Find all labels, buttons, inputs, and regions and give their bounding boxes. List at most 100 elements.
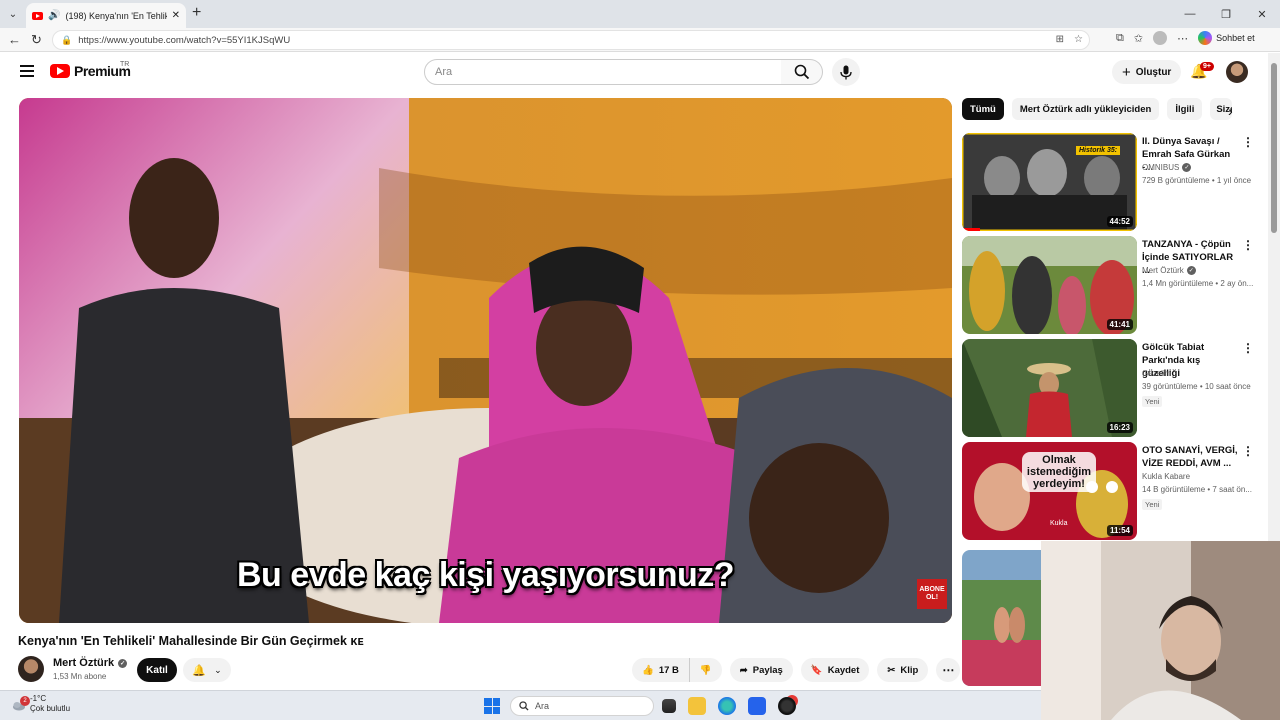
edge-browser-icon[interactable] xyxy=(718,697,736,715)
speaker-icon[interactable]: 🔊 xyxy=(48,10,60,21)
chevron-right-icon[interactable]: › xyxy=(1228,103,1233,119)
chip-from-uploader[interactable]: Mert Öztürk adlı yükleyiciden xyxy=(1011,98,1160,120)
minimize-button[interactable]: — xyxy=(1172,0,1208,28)
video-thumbnail[interactable]: Olmak istemediğim yerdeyim! Kukla 11:54 xyxy=(962,442,1137,540)
recommendation-channel: Gezelim xyxy=(1142,369,1172,378)
taskbar-search-input[interactable]: Ara xyxy=(510,696,654,716)
plus-icon: + xyxy=(1122,63,1131,81)
voice-search-button[interactable] xyxy=(832,58,860,86)
recommendation-channel-row[interactable]: OMNIBUS ✓ xyxy=(1142,163,1192,172)
recommendation-meta: 1,4 Mn görüntüleme • 2 ay ön... xyxy=(1142,279,1254,288)
recommendation-item[interactable]: Historik 35: 44:52 II. Dünya Savaşı / Em… xyxy=(962,133,1262,231)
subscriber-count: 1,53 Mn abone xyxy=(53,672,107,681)
tab-actions-menu-icon[interactable]: ⌄ xyxy=(4,5,22,23)
favorite-star-icon[interactable]: ☆ xyxy=(1074,34,1083,45)
recommendation-title[interactable]: OTO SANAYİ, VERGİ, VİZE REDDİ, AVM ... xyxy=(1142,444,1240,470)
recommendation-meta: 14 B görüntüleme • 7 saat ön... xyxy=(1142,485,1252,494)
dislike-button[interactable]: 👎 xyxy=(688,658,722,682)
chip-all[interactable]: Tümü xyxy=(962,98,1004,120)
like-button[interactable]: 👍 17 B xyxy=(632,658,689,682)
window-close-button[interactable]: ✕ xyxy=(1244,0,1280,28)
join-button[interactable]: Katıl xyxy=(137,658,177,682)
lock-icon: 🔒 xyxy=(61,34,73,45)
verified-check-icon: ✓ xyxy=(1182,163,1192,172)
video-player[interactable]: Bu evde kaç kişi yaşıyorsunuz? ABONE OL! xyxy=(19,98,952,623)
copilot-label: Sohbet et xyxy=(1216,33,1255,43)
weather-alert-badge: 2 xyxy=(20,696,30,706)
new-tab-button[interactable]: + xyxy=(192,4,201,22)
recommendation-item[interactable]: 16:23 Gölcük Tabiat Parkı'nda kış güzell… xyxy=(962,339,1262,437)
app-available-icon[interactable]: ⊞ xyxy=(1056,34,1064,45)
thumbs-down-icon: 👎 xyxy=(699,664,712,676)
save-button[interactable]: 🔖 Kaydet xyxy=(800,658,870,682)
url-actions: ⊞ ☆ xyxy=(1056,34,1083,45)
duration-badge: 11:54 xyxy=(1106,525,1133,536)
tab-close-icon[interactable]: ✕ xyxy=(172,10,180,21)
address-bar-row: ← ↻ 🔒 https://www.youtube.com/watch?v=55… xyxy=(0,28,1280,52)
bell-icon: 🔔 xyxy=(192,664,207,677)
weather-widget[interactable]: 2 -1°C Çok bulutlu xyxy=(12,694,70,714)
kebab-menu-icon[interactable]: ⋮ xyxy=(1242,135,1254,149)
create-label: Oluştur xyxy=(1135,66,1172,78)
kebab-menu-icon[interactable]: ⋮ xyxy=(1242,238,1254,252)
search-input[interactable]: Ara xyxy=(424,59,782,85)
share-button[interactable]: ➦ Paylaş xyxy=(729,658,793,682)
more-actions-button[interactable]: ⋯ xyxy=(936,658,961,682)
copilot-button[interactable]: Sohbet et xyxy=(1198,31,1255,45)
search-icon xyxy=(794,64,809,80)
kebab-menu-icon[interactable]: ⋮ xyxy=(1242,444,1254,458)
scissors-icon: ✂ xyxy=(887,664,896,676)
video-thumbnail[interactable]: 16:23 xyxy=(962,339,1137,437)
video-actions: 👍 17 B 👎 ➦ Paylaş 🔖 Kaydet ✂ Klip ⋯ xyxy=(632,658,961,682)
taskbar-apps xyxy=(662,697,796,715)
more-options-icon[interactable]: ⋯ xyxy=(1177,32,1188,45)
file-explorer-icon[interactable] xyxy=(688,697,706,715)
youtube-logo[interactable]: Premium xyxy=(50,63,131,79)
channel-name-row[interactable]: Mert Öztürk ✓ xyxy=(53,657,128,669)
recommendation-channel: OMNIBUS xyxy=(1142,163,1180,172)
account-avatar[interactable] xyxy=(1226,61,1248,83)
restore-button[interactable]: ❐ xyxy=(1208,0,1244,28)
task-view-icon[interactable] xyxy=(662,699,676,713)
video-thumbnail[interactable]: Historik 35: 44:52 xyxy=(962,133,1137,231)
refresh-button[interactable]: ↻ xyxy=(31,32,42,48)
chip-related[interactable]: İlgili xyxy=(1167,98,1203,120)
recommendation-channel-row[interactable]: Mert Öztürk ✓ xyxy=(1142,266,1196,275)
recommendation-channel-row[interactable]: Gezelim xyxy=(1142,369,1171,378)
weather-condition: Çok bulutlu xyxy=(30,704,71,713)
url-field[interactable]: 🔒 https://www.youtube.com/watch?v=55YI1K… xyxy=(52,30,1090,50)
recommendation-item[interactable]: 41:41 TANZANYA - Çöpün İçinde SATIYORLAR… xyxy=(962,236,1262,334)
badge-line-1: ABONE xyxy=(919,586,945,593)
browser-tab-active[interactable]: 🔊 (198) Kenya'nın 'En Tehlikeli' M ✕ xyxy=(26,3,186,28)
create-button[interactable]: + Oluştur xyxy=(1112,60,1182,84)
clip-button[interactable]: ✂ Klip xyxy=(877,658,929,682)
video-title: Kenya'nın 'En Tehlikeli' Mahallesinde Bi… xyxy=(18,634,364,648)
hamburger-menu-icon[interactable] xyxy=(20,65,34,77)
temperature: -1°C xyxy=(30,694,47,703)
recommendation-channel-row[interactable]: Kukla Kabare xyxy=(1142,472,1190,481)
kebab-menu-icon[interactable]: ⋮ xyxy=(1242,341,1254,355)
search-button[interactable] xyxy=(781,59,823,85)
window-controls: — ❐ ✕ xyxy=(1172,0,1280,28)
windows-taskbar: 2 -1°C Çok bulutlu Ara xyxy=(0,690,1041,720)
channel-name: Mert Öztürk xyxy=(53,657,115,669)
extensions-icon[interactable]: ⧉ xyxy=(1116,32,1124,45)
favorites-icon[interactable]: ✩ xyxy=(1134,32,1143,45)
video-subtitle: Bu evde kaç kişi yaşıyorsunuz? xyxy=(236,556,735,594)
video-thumbnail[interactable]: 41:41 xyxy=(962,236,1137,334)
notification-count-badge: 9+ xyxy=(1200,62,1214,71)
channel-avatar[interactable] xyxy=(18,656,44,682)
subscription-bell-button[interactable]: 🔔 ⌄ xyxy=(183,658,231,682)
chevron-down-icon: ⌄ xyxy=(214,664,222,675)
back-button[interactable]: ← xyxy=(8,32,21,47)
profile-avatar[interactable] xyxy=(1153,31,1168,45)
recommendation-item[interactable]: Olmak istemediğim yerdeyim! Kukla 11:54 … xyxy=(962,442,1262,540)
thumbs-up-icon: 👍 xyxy=(642,664,654,676)
duration-badge: 16:23 xyxy=(1106,422,1133,433)
microsoft-store-icon[interactable] xyxy=(748,697,766,715)
windows-start-icon[interactable] xyxy=(484,698,500,714)
subscribe-watermark-badge[interactable]: ABONE OL! xyxy=(917,579,947,609)
like-count: 17 B xyxy=(658,664,679,676)
scrollbar-thumb[interactable] xyxy=(1271,63,1277,233)
recording-app-icon[interactable] xyxy=(778,697,796,715)
